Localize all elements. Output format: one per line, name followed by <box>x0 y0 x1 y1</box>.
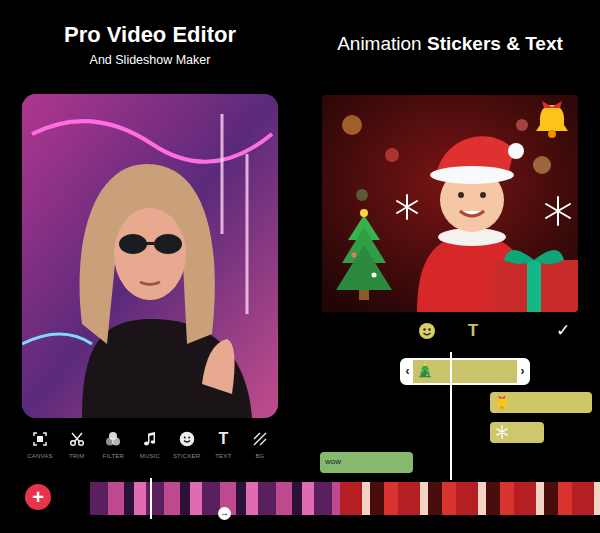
sticker-panel: AnimationStickers & TextT✓‹›wow <box>300 0 600 480</box>
text-icon[interactable]: T <box>214 430 232 447</box>
editor-panel: Pro Video Editor And Slideshow Maker CANVA… <box>0 0 300 480</box>
panel-title: Pro Video Editor <box>22 22 278 48</box>
editor-toolbar: CANVAS TRIM FILTER MUSIC STICKER T TEXT BG <box>22 430 278 461</box>
add-clip-button[interactable]: + <box>25 484 51 510</box>
scissors-icon-wrap[interactable] <box>68 430 86 447</box>
timeline-track[interactable]: wow <box>320 452 413 473</box>
toolbar-label[interactable]: STICKER <box>173 452 200 461</box>
panel-subtitle: And Slideshow Maker <box>22 53 278 68</box>
tree-icon-wrap[interactable] <box>418 363 432 379</box>
smiley-icon[interactable] <box>418 322 436 340</box>
track-fill[interactable] <box>413 360 517 383</box>
title-bold: Stickers & Text <box>427 33 563 54</box>
filter-icon-wrap[interactable] <box>104 430 122 447</box>
title-regular: Animation <box>337 33 422 54</box>
toolbar-button[interactable]: TRIM <box>59 430 95 461</box>
video-preview <box>322 95 578 312</box>
canvas-icon[interactable] <box>32 431 48 447</box>
sticker-timeline: ‹›wow <box>300 344 600 480</box>
bell-icon-wrap[interactable] <box>495 394 509 410</box>
bell-icon[interactable] <box>495 394 509 410</box>
toolbar-label[interactable]: BG <box>255 452 264 461</box>
tree-icon[interactable] <box>418 363 432 379</box>
track-fill[interactable] <box>490 392 592 413</box>
stripes-icon-wrap[interactable] <box>251 430 269 447</box>
toolbar-label[interactable]: MUSIC <box>140 452 160 461</box>
toolbar-label[interactable]: FILTER <box>103 452 124 461</box>
trim-handle[interactable]: ‹ <box>402 360 413 383</box>
smiley-icon[interactable] <box>179 431 195 447</box>
toolbar-button[interactable]: STICKER <box>169 430 205 461</box>
filmstrip[interactable]: → <box>90 482 600 515</box>
toolbar-label[interactable]: TRIM <box>69 452 84 461</box>
track-fill[interactable]: wow <box>320 452 413 473</box>
toolbar-button[interactable]: FILTER <box>95 430 131 461</box>
playhead[interactable] <box>450 352 452 480</box>
snowflake-icon-wrap[interactable] <box>495 424 509 440</box>
smiley-icon-wrap[interactable] <box>178 430 196 447</box>
text-tool-button[interactable]: T <box>464 322 482 340</box>
toolbar-button[interactable]: MUSIC <box>132 430 168 461</box>
timeline-track[interactable] <box>490 392 592 413</box>
snowflake-icon[interactable] <box>495 424 509 440</box>
transition-button[interactable]: → <box>218 507 231 520</box>
app-screen: Pro Video Editor And Slideshow Maker CANVA… <box>0 0 600 533</box>
canvas-icon-wrap[interactable] <box>31 430 49 447</box>
clip-bar: +→ <box>0 480 600 533</box>
toolbar-button[interactable]: CANVAS <box>22 430 58 461</box>
toolbar-label[interactable]: TEXT <box>215 452 231 461</box>
playhead[interactable] <box>150 478 152 519</box>
smiley-icon-wrap[interactable] <box>418 322 436 340</box>
panel-title: AnimationStickers & Text <box>322 33 578 56</box>
photo-placeholder <box>22 94 278 418</box>
toolbar-button[interactable]: BG <box>242 430 278 461</box>
video-clip[interactable] <box>340 482 600 515</box>
photo-placeholder <box>322 95 578 312</box>
timeline-track[interactable]: ‹› <box>400 358 530 385</box>
stripes-icon[interactable] <box>252 431 268 447</box>
track-fill[interactable] <box>490 422 544 443</box>
track-label[interactable]: wow <box>325 458 341 467</box>
video-clip[interactable] <box>90 482 340 515</box>
timeline-track[interactable] <box>490 422 544 443</box>
video-preview <box>22 94 278 418</box>
toolbar-button[interactable]: T TEXT <box>205 430 241 461</box>
trim-handle[interactable]: › <box>517 360 528 383</box>
filter-icon[interactable] <box>105 431 121 447</box>
sticker-tools: T✓ <box>322 318 578 344</box>
toolbar-label[interactable]: CANVAS <box>27 452 52 461</box>
music-note-icon[interactable] <box>142 431 158 447</box>
music-note-icon-wrap[interactable] <box>141 430 159 447</box>
showcase-area: Pro Video Editor And Slideshow Maker CANVA… <box>0 0 600 480</box>
scissors-icon[interactable] <box>69 431 85 447</box>
done-button[interactable]: ✓ <box>554 322 572 340</box>
